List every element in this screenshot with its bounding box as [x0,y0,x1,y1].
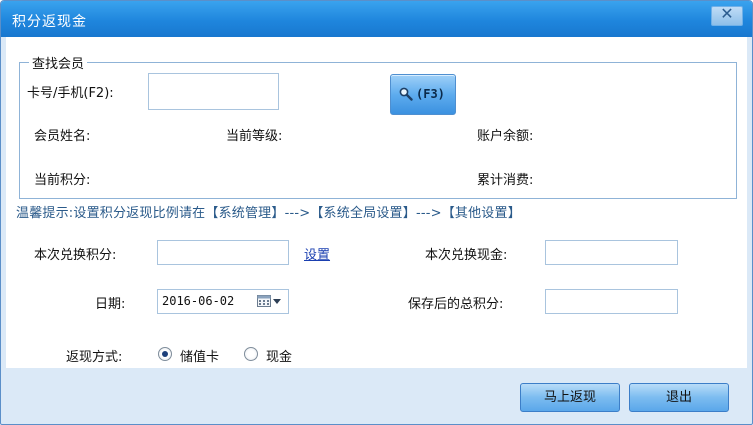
window-title: 积分返现金 [12,14,87,30]
refund-option-cash-radio[interactable] [244,347,258,361]
saved-total-input[interactable] [545,289,678,314]
member-search-group: 查找会员 卡号/手机(F2): (F3) 会员姓名: 当前等级: 账户余额: 当… [19,53,737,199]
card-label: 卡号/手机(F2): [27,86,114,101]
member-name-label: 会员姓名: [34,129,91,144]
exit-button[interactable]: 退出 [629,383,729,412]
refund-option-card-radio[interactable] [158,347,172,361]
card-input[interactable] [148,73,279,110]
exchange-cash-input[interactable] [545,240,678,265]
search-button-label: (F3) [416,87,445,101]
exchange-cash-label: 本次兑换现金: [425,248,508,263]
refund-option-cash-label[interactable]: 现金 [266,346,292,365]
search-member-button[interactable]: (F3) [390,74,456,115]
title-bar[interactable]: 积分返现金 ✕ [1,1,752,37]
saved-total-label: 保存后的总积分: [408,297,504,312]
refund-now-button[interactable]: 马上返现 [520,383,620,412]
group-title: 查找会员 [29,53,88,72]
chevron-down-icon[interactable] [272,297,282,307]
close-icon: ✕ [720,4,734,23]
current-points-label: 当前积分: [34,173,91,188]
exchange-points-label: 本次兑换积分: [34,248,117,263]
calendar-icon[interactable] [257,295,271,307]
date-value: 2016-06-02 [162,294,235,308]
refund-method-label: 返现方式: [66,350,123,365]
total-spent-label: 累计消费: [477,173,534,188]
member-level-label: 当前等级: [226,129,283,144]
account-balance-label: 账户余额: [477,129,534,144]
refund-option-card-label[interactable]: 储值卡 [180,346,219,365]
search-icon [399,87,413,101]
button-bar: 马上返现 退出 [6,368,747,420]
hint-text: 温馨提示:设置积分返现比例请在【系统管理】--->【系统全局设置】--->【其他… [16,206,521,221]
settings-link[interactable]: 设置 [304,244,330,263]
exchange-points-input[interactable] [157,240,289,265]
dialog-window: 积分返现金 ✕ 查找会员 卡号/手机(F2): (F3) 会员姓名: 当前等级:… [0,0,753,425]
close-button[interactable]: ✕ [711,6,743,26]
dialog-content: 查找会员 卡号/手机(F2): (F3) 会员姓名: 当前等级: 账户余额: 当… [6,37,747,420]
date-label: 日期: [95,297,126,312]
